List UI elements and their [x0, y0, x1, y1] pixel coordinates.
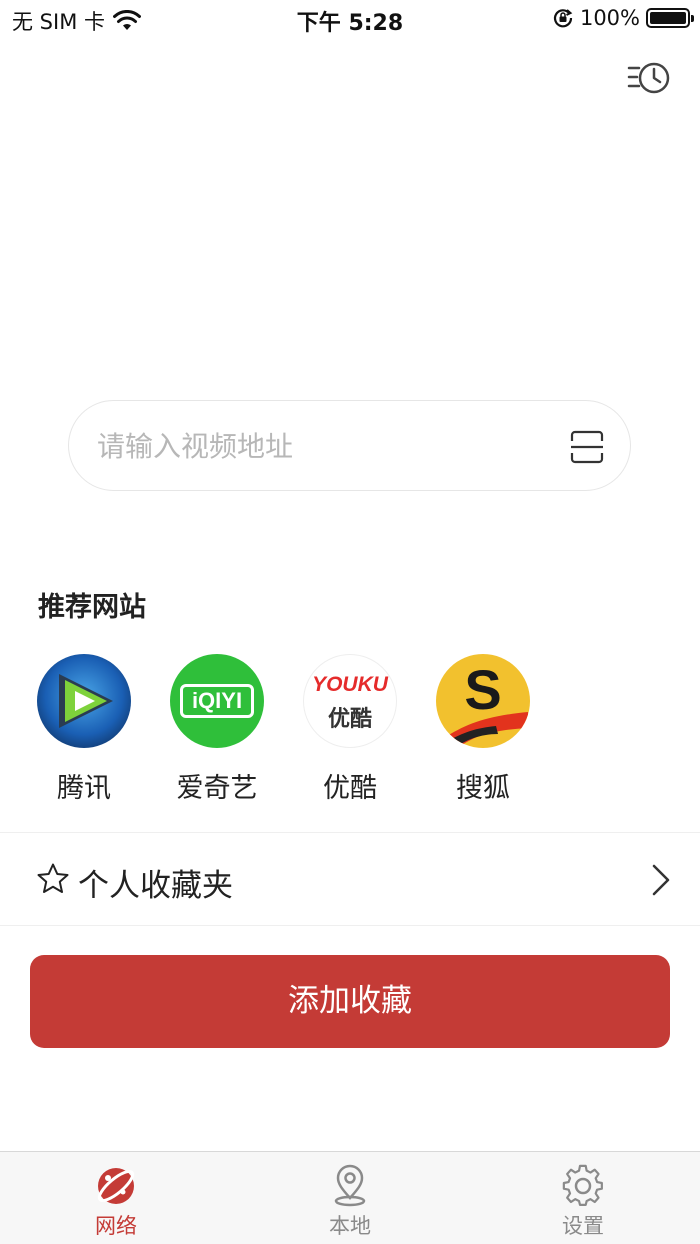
youku-logo-subtext: 优酷	[327, 707, 372, 732]
site-youku[interactable]: YOUKU 优酷 优酷	[290, 654, 410, 805]
tab-bar: 网络 本地 设置	[0, 1151, 700, 1244]
status-right: 100%	[552, 6, 694, 30]
site-label: 搜狐	[456, 773, 510, 804]
gear-icon	[562, 1164, 603, 1206]
tab-label: 本地	[329, 1214, 371, 1238]
status-bar: 无 SIM 卡 下午 5:28 100%	[0, 0, 700, 40]
favorites-label: 个人收藏夹	[78, 868, 233, 904]
site-sohu[interactable]: S 搜狐	[423, 654, 543, 805]
battery-icon	[646, 8, 694, 28]
location-pin-icon	[334, 1164, 366, 1207]
sohu-logo: S	[436, 654, 530, 748]
iqiyi-logo-text: iQIYI	[180, 684, 254, 718]
orientation-lock-icon	[553, 9, 573, 28]
add-favorite-button[interactable]: 添加收藏	[30, 955, 670, 1048]
tencent-video-logo	[37, 654, 131, 748]
chevron-right-icon	[652, 864, 670, 896]
iqiyi-logo: iQIYI	[170, 654, 264, 748]
site-label: 爱奇艺	[176, 773, 258, 804]
youku-logo-text: YOUKU	[312, 673, 388, 696]
tab-label: 网络	[95, 1214, 137, 1238]
tab-network[interactable]: 网络	[46, 1152, 186, 1244]
scan-button[interactable]	[569, 429, 605, 465]
history-list-clock-icon	[627, 62, 670, 94]
scan-icon	[570, 430, 604, 464]
star-outline-icon	[37, 863, 69, 893]
youku-logo: YOUKU 优酷	[303, 654, 397, 748]
network-planet-icon	[97, 1168, 135, 1204]
divider-top	[0, 832, 700, 833]
video-url-input[interactable]	[97, 423, 547, 469]
sohu-logo-text: S	[464, 658, 502, 721]
site-tencent[interactable]: 腾讯	[24, 654, 144, 805]
tab-settings[interactable]: 设置	[513, 1152, 653, 1244]
favorites-row[interactable]: 个人收藏夹	[0, 834, 700, 924]
history-button[interactable]	[625, 58, 673, 98]
search-bar	[68, 400, 631, 491]
tencent-play-mark	[59, 674, 113, 728]
tab-local[interactable]: 本地	[280, 1152, 420, 1244]
battery-level-fill	[650, 12, 686, 24]
divider-bottom	[0, 925, 700, 926]
site-label: 腾讯	[57, 773, 111, 804]
site-label: 优酷	[323, 773, 377, 804]
tab-label: 设置	[562, 1214, 604, 1238]
recommended-title: 推荐网站	[38, 592, 146, 623]
site-iqiyi[interactable]: iQIYI 爱奇艺	[157, 654, 277, 805]
battery-percent: 100%	[579, 6, 640, 30]
